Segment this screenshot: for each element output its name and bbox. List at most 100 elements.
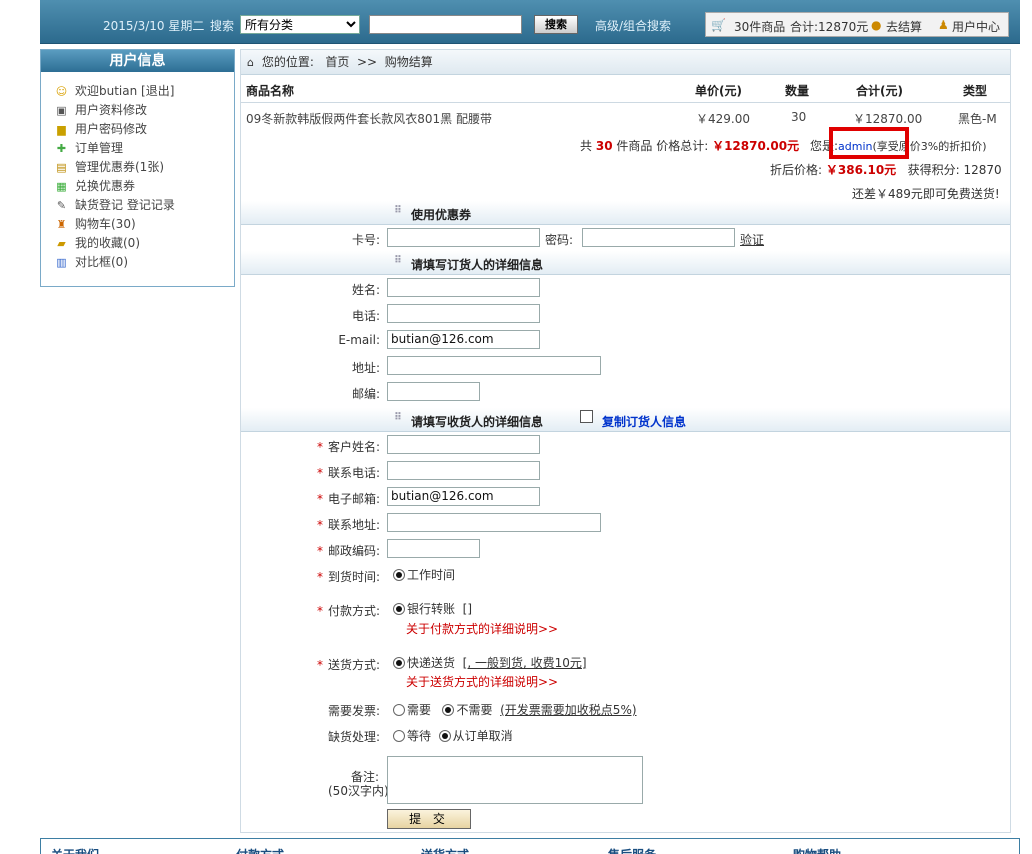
column-header: 单价(元) bbox=[695, 84, 742, 98]
arrival-row: * 到货时间: 工作时间 bbox=[241, 562, 1010, 596]
line-total: ￥12870.00 bbox=[853, 112, 923, 126]
sidebar-item-label: 用户资料修改 bbox=[75, 103, 148, 117]
coupon-row: 卡号: 密码: 验证 bbox=[241, 225, 1010, 251]
exchange-icon: ▦ bbox=[56, 180, 67, 193]
copy-orderer-checkbox[interactable] bbox=[580, 410, 593, 423]
sidebar-item-favorites[interactable]: ▰ 我的收藏(0) bbox=[54, 234, 234, 253]
footer-link-help[interactable]: 购物帮助 bbox=[793, 846, 841, 854]
footer-link-delivery[interactable]: 送货方式 bbox=[421, 846, 469, 854]
receiver-email-input[interactable]: butian@126.com bbox=[387, 487, 540, 506]
order-icon: ✚ bbox=[56, 142, 67, 155]
sidebar-item-password[interactable]: ▆ 用户密码修改 bbox=[54, 120, 234, 139]
orderer-email-input[interactable]: butian@126.com bbox=[387, 330, 540, 349]
sidebar-item-exchange[interactable]: ▦ 兑换优惠券 bbox=[54, 177, 234, 196]
search-label: 搜索 bbox=[210, 19, 235, 33]
payment-option[interactable]: 银行转账 [] bbox=[393, 600, 472, 617]
cart-total: 合计:12870元 bbox=[790, 20, 869, 34]
column-header: 类型 bbox=[963, 84, 988, 98]
field-label-text: 联系电话: bbox=[327, 466, 380, 480]
payment-extra: [] bbox=[462, 602, 473, 616]
stockout-wait-radio[interactable] bbox=[393, 730, 405, 742]
breadcrumb-separator: >> bbox=[356, 55, 378, 69]
sidebar-item-cart[interactable]: ♜ 购物车(30) bbox=[54, 215, 234, 234]
receiver-address-row: * 联系地址: bbox=[241, 510, 1010, 536]
orderer-phone-input[interactable] bbox=[387, 304, 540, 323]
cart-count[interactable]: 30件商品 bbox=[734, 18, 785, 35]
copy-orderer-label[interactable]: 复制订货人信息 bbox=[602, 413, 686, 430]
field-label-text: 送货方式: bbox=[327, 658, 380, 672]
arrival-option-label: 工作时间 bbox=[407, 568, 456, 582]
sidebar-item-orders[interactable]: ✚ 订单管理 bbox=[54, 139, 234, 158]
coupon-password-input[interactable] bbox=[582, 228, 735, 247]
sidebar-item-label: 我的收藏(0) bbox=[75, 236, 140, 250]
lock-icon: ▆ bbox=[57, 123, 66, 136]
note-limit: (50汉字内) bbox=[328, 784, 389, 798]
submit-button[interactable]: 提 交 bbox=[387, 809, 471, 829]
column-header: 合计(元) bbox=[856, 84, 903, 98]
receiver-address-input[interactable] bbox=[387, 513, 601, 532]
footer-link-about[interactable]: 关于我们 bbox=[51, 846, 99, 854]
payment-radio[interactable] bbox=[393, 603, 405, 615]
verify-link[interactable]: 验证 bbox=[740, 231, 764, 248]
field-label: 邮编: bbox=[351, 387, 380, 401]
orderer-zip-input[interactable] bbox=[387, 382, 480, 401]
discounted-price: ￥386.10元 bbox=[825, 163, 897, 177]
field-label-text: 客户姓名: bbox=[327, 440, 380, 454]
sidebar-item-coupons[interactable]: ▤ 管理优惠券(1张) bbox=[54, 158, 234, 177]
category-select[interactable]: 所有分类 bbox=[240, 15, 360, 34]
receiver-phone-input[interactable] bbox=[387, 461, 540, 480]
arrival-option[interactable]: 工作时间 bbox=[393, 566, 455, 583]
required-mark: * bbox=[316, 440, 323, 454]
sidebar-item-label: 欢迎butian [退出] bbox=[75, 84, 175, 98]
stockout-cancel-radio[interactable] bbox=[438, 730, 451, 742]
delivery-help-link[interactable]: 关于送货方式的详细说明>> bbox=[406, 673, 558, 690]
field-label-text: 电子邮箱: bbox=[327, 492, 380, 506]
search-button[interactable]: 搜索 bbox=[534, 15, 578, 34]
card-number-input[interactable] bbox=[387, 228, 540, 247]
orderer-name-row: 姓名: bbox=[241, 275, 1010, 301]
invoice-no-radio[interactable] bbox=[442, 704, 455, 716]
sidebar-item-label: 购物车(30) bbox=[75, 217, 136, 231]
orderer-section-header: ⠿ 请填写订货人的详细信息 bbox=[241, 251, 1010, 275]
arrival-radio[interactable] bbox=[393, 569, 405, 581]
payment-help-link[interactable]: 关于付款方式的详细说明>> bbox=[406, 620, 558, 637]
checkout-icon: ● bbox=[871, 18, 882, 32]
delivery-radio[interactable] bbox=[393, 657, 405, 669]
invoice-yes-radio[interactable] bbox=[393, 704, 405, 716]
product-name-link[interactable]: 09冬新款韩版假两件套长款风衣801黑 配腰带 bbox=[246, 110, 492, 127]
discounted-label: 折后价格: bbox=[770, 163, 823, 177]
field-label: * 邮政编码: bbox=[317, 542, 380, 559]
advanced-search-link[interactable]: 高级/组合搜索 bbox=[595, 17, 671, 34]
sidebar-item-stockout[interactable]: ✎ 缺货登记 登记记录 bbox=[54, 196, 234, 215]
orderer-address-input[interactable] bbox=[387, 356, 601, 375]
orderer-name-input[interactable] bbox=[387, 278, 540, 297]
sidebar-item-label: 订单管理 bbox=[75, 141, 124, 155]
receiver-name-input[interactable] bbox=[387, 435, 540, 454]
sidebar-item-label: 用户密码修改 bbox=[75, 122, 148, 136]
footer-link-payment[interactable]: 付款方式 bbox=[236, 846, 284, 854]
stockout-wait-label: 等待 bbox=[407, 729, 432, 743]
search-input[interactable] bbox=[369, 15, 522, 34]
user-center-link[interactable]: 用户中心 bbox=[952, 18, 1000, 35]
sidebar-item-compare[interactable]: ▥ 对比框(0) bbox=[54, 253, 234, 272]
summary-total: ￥12870.00元 bbox=[712, 139, 800, 153]
footer-link-aftersales[interactable]: 售后服务 bbox=[608, 846, 656, 854]
note-textarea[interactable] bbox=[387, 756, 643, 804]
field-label-text: 邮政编码: bbox=[327, 544, 380, 558]
breadcrumb-home-link[interactable]: 首页 bbox=[325, 55, 349, 69]
receiver-zip-input[interactable] bbox=[387, 539, 480, 558]
sidebar-item-welcome[interactable]: ☺ 欢迎butian [退出] bbox=[54, 82, 234, 101]
delivery-option[interactable]: 快递送货 [, 一般到货, 收费10元] bbox=[393, 654, 587, 671]
invoice-yes-label: 需要 bbox=[407, 703, 432, 717]
dots-icon: ⠿ bbox=[394, 205, 402, 216]
invoice-row: 需要发票: 需要 不需要 (开发票需要加收税点5%) bbox=[241, 696, 1010, 722]
sidebar-item-profile[interactable]: ▣ 用户资料修改 bbox=[54, 101, 234, 120]
stockout-cancel-label: 从订单取消 bbox=[452, 729, 513, 743]
field-label: 姓名: bbox=[351, 283, 380, 297]
field-label: * 到货时间: bbox=[317, 568, 380, 585]
highlight-box bbox=[829, 127, 909, 159]
field-label: * 客户姓名: bbox=[317, 438, 380, 455]
checkout-link[interactable]: 去结算 bbox=[886, 18, 922, 35]
dots-icon: ⠿ bbox=[394, 412, 402, 423]
stockout-row: 缺货处理: 等待 从订单取消 bbox=[241, 722, 1010, 748]
